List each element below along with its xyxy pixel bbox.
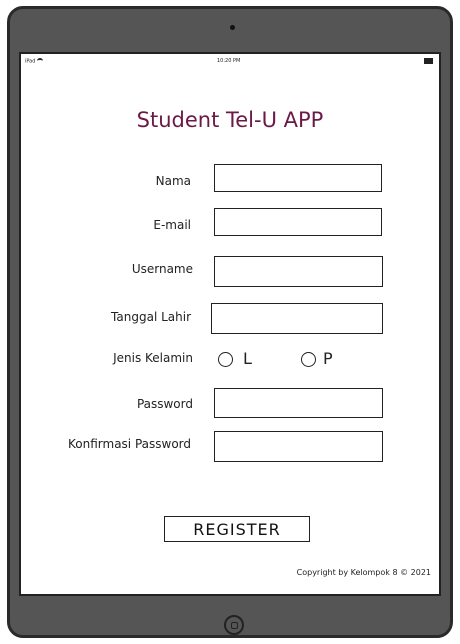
battery-icon bbox=[424, 58, 433, 64]
home-button-inner bbox=[231, 622, 238, 629]
email-label: E-mail bbox=[153, 218, 191, 232]
device-name: iPad bbox=[25, 58, 36, 65]
app-screen: iPad 10:20 PM Student Tel-U APP Nama E-m… bbox=[19, 52, 441, 596]
register-button[interactable]: REGISTER bbox=[164, 516, 310, 542]
gender-p-label: P bbox=[323, 349, 333, 368]
konfirmasi-password-label: Konfirmasi Password bbox=[68, 437, 191, 451]
tanggal-lahir-input[interactable] bbox=[211, 303, 383, 334]
page-title: Student Tel-U APP bbox=[136, 108, 324, 132]
gender-l-label: L bbox=[243, 349, 252, 368]
wifi-icon bbox=[37, 58, 44, 64]
jenis-kelamin-label: Jenis Kelamin bbox=[113, 351, 193, 365]
home-button-icon[interactable] bbox=[224, 615, 244, 635]
copyright-text: Copyright by Kelompok 8 © 2021 bbox=[296, 568, 431, 577]
camera-icon bbox=[230, 25, 235, 30]
status-bar: iPad 10:20 PM bbox=[21, 54, 439, 68]
status-device: iPad bbox=[25, 58, 44, 65]
username-input[interactable] bbox=[214, 256, 383, 287]
username-label: Username bbox=[131, 262, 193, 276]
password-input[interactable] bbox=[214, 388, 383, 418]
tanggal-lahir-label: Tanggal Lahir bbox=[111, 310, 191, 324]
email-input[interactable] bbox=[214, 208, 382, 236]
nama-label: Nama bbox=[155, 174, 191, 188]
password-label: Password bbox=[136, 397, 193, 411]
konfirmasi-password-input[interactable] bbox=[214, 431, 383, 462]
gender-p-radio[interactable] bbox=[301, 352, 316, 367]
status-time: 10:20 PM bbox=[217, 58, 241, 64]
nama-input[interactable] bbox=[214, 164, 382, 192]
gender-l-radio[interactable] bbox=[218, 352, 233, 367]
